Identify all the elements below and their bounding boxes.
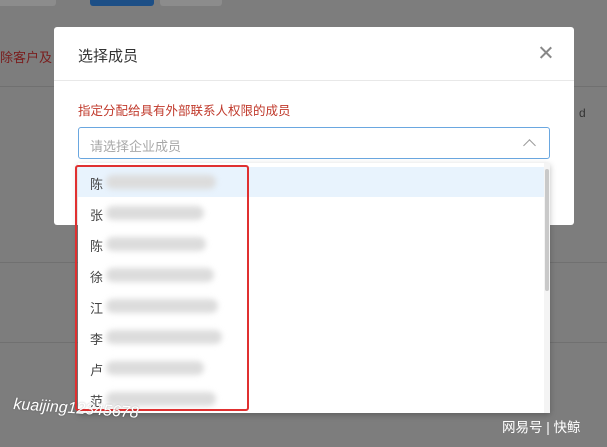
member-select[interactable]: 请选择企业成员: [78, 127, 550, 159]
bg-primary-button: [90, 0, 154, 6]
dropdown-scrollbar-thumb[interactable]: [545, 169, 549, 291]
modal-title: 选择成员: [78, 48, 139, 65]
bg-partial-text: 除客户及: [0, 50, 53, 65]
select-placeholder: 请选择企业成员: [90, 139, 182, 154]
close-icon[interactable]: [536, 43, 556, 63]
bg-right-char: d: [579, 106, 586, 120]
highlight-frame: [75, 165, 249, 411]
assignment-hint: 指定分配给具有外部联系人权限的成员: [78, 104, 291, 118]
watermark-right: 网易号 | 快鲸: [502, 420, 581, 435]
chevron-up-icon: [523, 139, 536, 152]
modal-header: 选择成员: [54, 27, 574, 81]
bg-button: [0, 0, 56, 6]
bg-button: [160, 0, 222, 6]
